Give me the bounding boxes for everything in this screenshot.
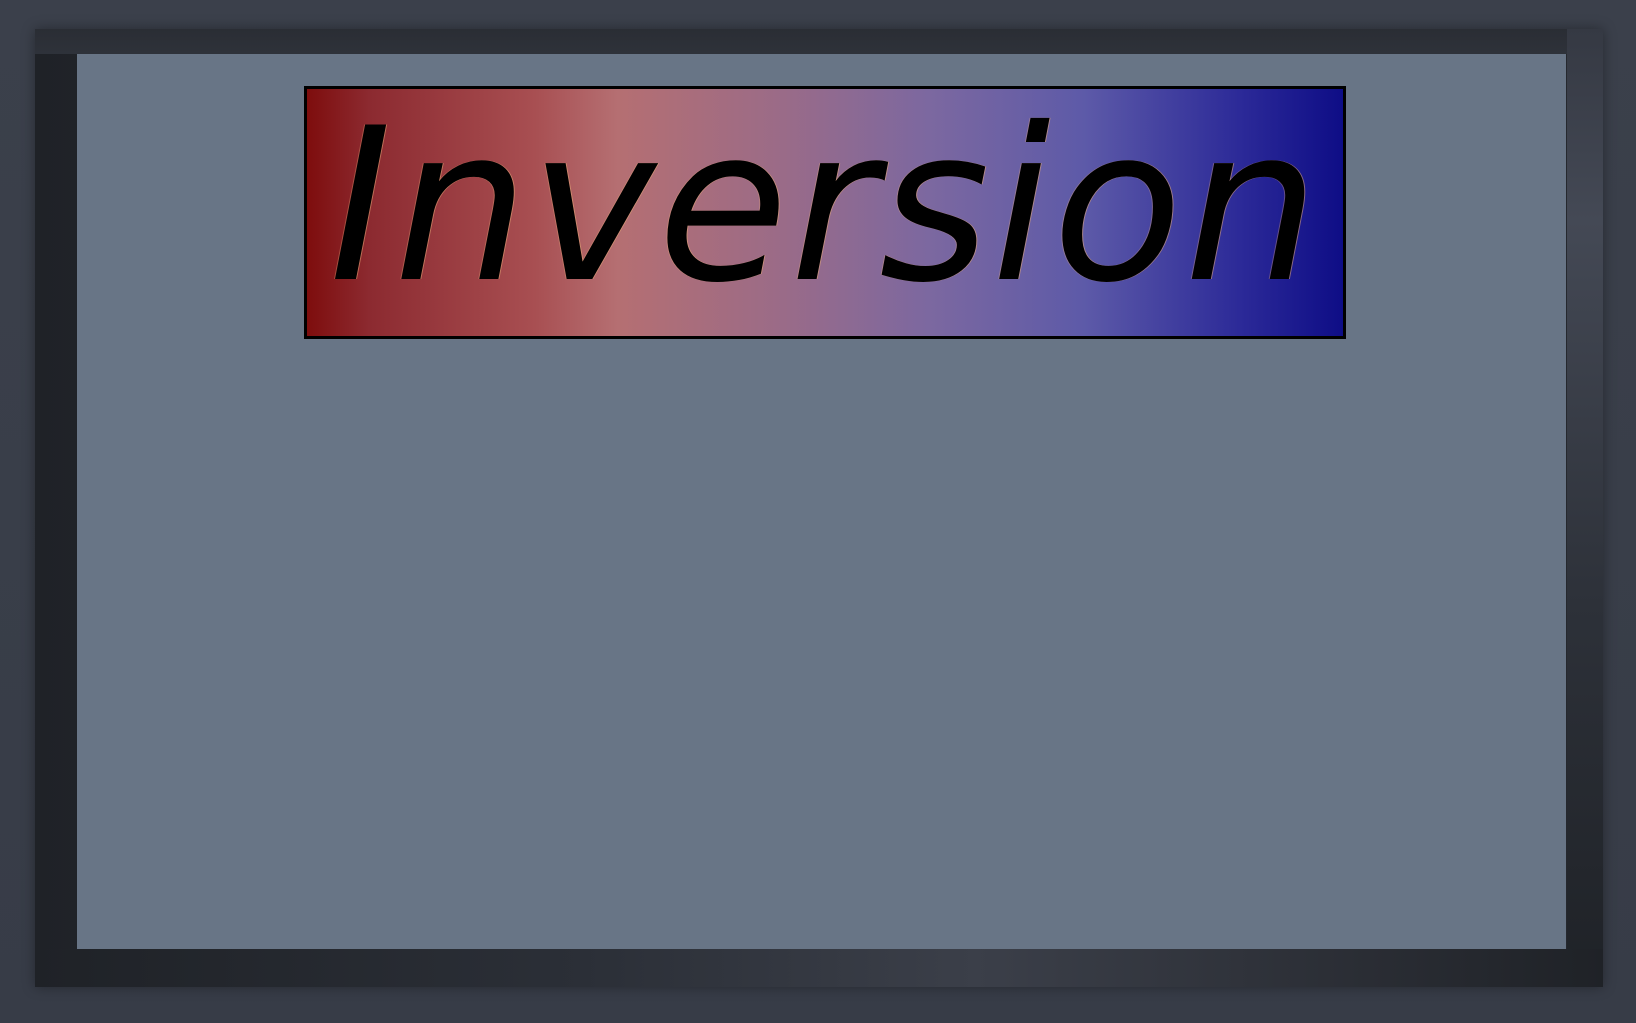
frame-bottom-edge (35, 949, 1603, 987)
game-title: Inversion (329, 86, 1321, 329)
frame-top-edge (35, 29, 1603, 54)
title-banner: Inversion (304, 86, 1346, 339)
game-screen: Inversion (0, 0, 1636, 1023)
frame-right-edge (1567, 29, 1603, 987)
